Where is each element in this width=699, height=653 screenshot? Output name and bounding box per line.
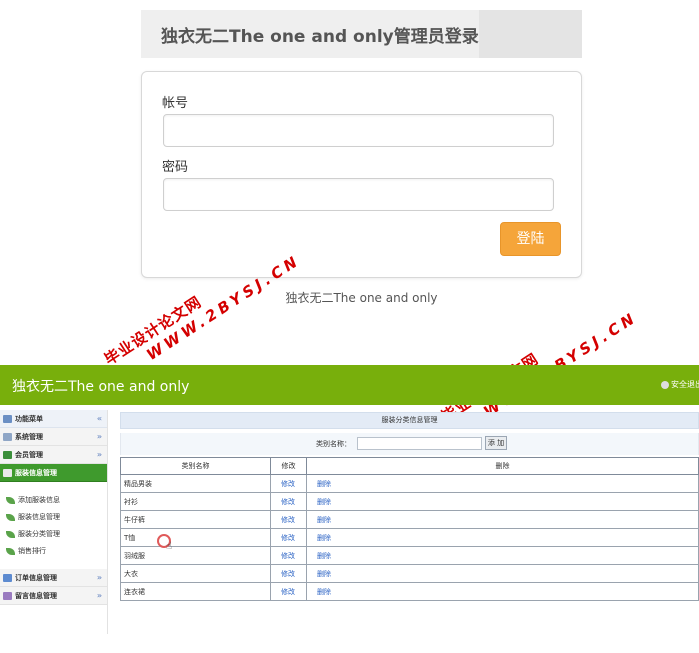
sidebar-item-category-manage[interactable]: 服装分类管理 xyxy=(0,526,107,543)
sidebar-group-label: 会员管理 xyxy=(15,451,43,459)
gear-icon xyxy=(3,433,12,441)
sidebar-group-label: 留言信息管理 xyxy=(15,592,57,600)
login-title-bar: 独衣无二The one and only管理员登录 xyxy=(141,10,582,58)
column-header-name: 类别名称 xyxy=(120,457,271,475)
leaf-icon xyxy=(6,548,15,555)
search-label: 类别名称： xyxy=(316,440,351,448)
sidebar-item-label: 添加服装信息 xyxy=(18,496,60,504)
main-title: 服装分类信息管理 xyxy=(120,412,699,429)
sidebar-group-orders[interactable]: 订单信息管理 » xyxy=(0,569,107,587)
delete-link[interactable]: 删除 xyxy=(306,546,699,565)
watermark-text: 毕业设计论文网 xyxy=(437,290,631,426)
search-row: 类别名称： 添 加 xyxy=(120,433,699,455)
sidebar-header: 功能菜单 « xyxy=(0,410,107,428)
admin-brand: 独衣无二The one and only xyxy=(12,379,190,395)
table-row: 精品男装 修改 删除 xyxy=(120,474,699,493)
login-button[interactable]: 登陆 xyxy=(500,222,561,256)
edit-link[interactable]: 修改 xyxy=(270,564,307,583)
table-header-row: 类别名称 修改 删除 xyxy=(120,457,699,475)
edit-link[interactable]: 修改 xyxy=(270,474,307,493)
table-row: 连衣裙 修改 删除 xyxy=(120,582,699,601)
clothing-icon xyxy=(3,469,12,477)
category-name-cell: 连衣裙 xyxy=(120,582,271,601)
table-row: T恤 修改 删除 xyxy=(120,528,699,547)
category-table: 类别名称 修改 删除 精品男装 修改 删除 衬衫 修改 删除 牛仔裤 修改 删除 xyxy=(120,457,699,601)
pointer-cursor-icon: ☝ xyxy=(166,541,173,552)
password-input[interactable] xyxy=(163,178,554,211)
category-name-cell: 衬衫 xyxy=(120,492,271,511)
chevron-down-icon: » xyxy=(96,573,102,582)
password-label: 密码 xyxy=(162,160,189,175)
sidebar-item-clothing-manage[interactable]: 服装信息管理 xyxy=(0,509,107,526)
sidebar-group-members[interactable]: 会员管理 » xyxy=(0,446,107,464)
logout-link[interactable]: 安全退出 xyxy=(661,379,699,390)
account-input[interactable] xyxy=(163,114,554,147)
delete-link[interactable]: 删除 xyxy=(306,474,699,493)
delete-link[interactable]: 删除 xyxy=(306,582,699,601)
members-icon xyxy=(3,451,12,459)
sidebar-item-label: 服装信息管理 xyxy=(18,513,60,521)
category-name-cell: 羽绒服 xyxy=(120,546,271,565)
edit-link[interactable]: 修改 xyxy=(270,546,307,565)
account-label: 帐号 xyxy=(162,96,189,111)
column-header-edit: 修改 xyxy=(270,457,307,475)
delete-link[interactable]: 删除 xyxy=(306,492,699,511)
logout-label: 安全退出 xyxy=(671,380,699,389)
table-row: 牛仔裤 修改 删除 xyxy=(120,510,699,529)
table-row: 衬衫 修改 删除 xyxy=(120,492,699,511)
edit-link[interactable]: 修改 xyxy=(270,528,307,547)
category-name-cell: 大衣 xyxy=(120,564,271,583)
orders-icon xyxy=(3,574,12,582)
admin-header: 独衣无二The one and only 安全退出 xyxy=(0,365,699,405)
category-name-cell: T恤 xyxy=(120,528,271,547)
chevron-down-icon: » xyxy=(96,450,102,459)
sidebar-group-label: 服装信息管理 xyxy=(15,469,57,477)
sidebar-item-label: 服装分类管理 xyxy=(18,530,60,538)
edit-link[interactable]: 修改 xyxy=(270,582,307,601)
delete-link[interactable]: 删除 xyxy=(306,528,699,547)
sidebar-group-label: 系统管理 xyxy=(15,433,43,441)
sidebar: 功能菜单 « 系统管理 » 会员管理 » 服装信息管理 添加服装信息 服装信息管… xyxy=(0,410,108,634)
sidebar-item-sales-ranking[interactable]: 销售排行 xyxy=(0,543,107,560)
sidebar-group-clothing[interactable]: 服装信息管理 xyxy=(0,464,107,482)
login-title: 独衣无二The one and only管理员登录 xyxy=(161,27,479,47)
column-header-delete: 删除 xyxy=(306,457,699,475)
leaf-icon xyxy=(6,497,15,504)
title-bar-shade xyxy=(479,10,582,58)
leaf-icon xyxy=(6,514,15,521)
category-name-cell: 牛仔裤 xyxy=(120,510,271,529)
table-row: 羽绒服 修改 删除 xyxy=(120,546,699,565)
leaf-icon xyxy=(6,531,15,538)
main-content: 服装分类信息管理 类别名称： 添 加 类别名称 修改 删除 精品男装 修改 删除… xyxy=(120,412,699,601)
sidebar-group-label: 订单信息管理 xyxy=(15,574,57,582)
edit-link[interactable]: 修改 xyxy=(270,492,307,511)
user-icon xyxy=(661,380,669,389)
messages-icon xyxy=(3,592,12,600)
login-card: 帐号 密码 登陆 xyxy=(141,71,582,278)
add-button[interactable]: 添 加 xyxy=(485,436,507,450)
sidebar-item-label: 销售排行 xyxy=(18,547,46,555)
delete-link[interactable]: 删除 xyxy=(306,510,699,529)
category-name-cell: 精品男装 xyxy=(120,474,271,493)
chevron-down-icon: » xyxy=(96,432,102,441)
sidebar-header-label: 功能菜单 xyxy=(15,415,43,423)
collapse-icon[interactable]: « xyxy=(97,410,102,428)
sidebar-item-add-clothing[interactable]: 添加服装信息 xyxy=(0,492,107,509)
chevron-down-icon: » xyxy=(96,591,102,600)
table-row: 大衣 修改 删除 xyxy=(120,564,699,583)
category-name-input[interactable] xyxy=(357,437,482,450)
sidebar-group-messages[interactable]: 留言信息管理 » xyxy=(0,587,107,605)
delete-link[interactable]: 删除 xyxy=(306,564,699,583)
menu-icon xyxy=(3,415,12,423)
sidebar-group-system[interactable]: 系统管理 » xyxy=(0,428,107,446)
edit-link[interactable]: 修改 xyxy=(270,510,307,529)
